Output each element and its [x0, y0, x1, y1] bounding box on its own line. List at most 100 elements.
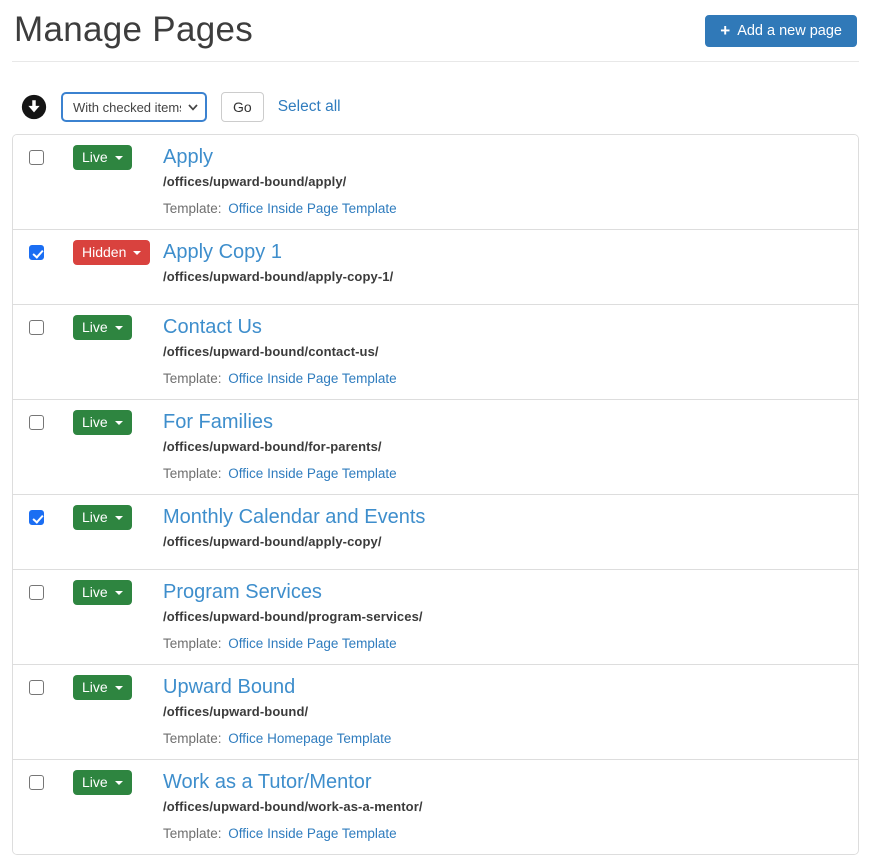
- row-main-cell: Program Services /offices/upward-bound/p…: [163, 580, 844, 651]
- row-status-cell: Live: [73, 505, 163, 530]
- bulk-action-select-wrap: With checked items...: [61, 92, 207, 122]
- caret-down-icon: [114, 780, 123, 785]
- row-checkbox-cell: [29, 145, 73, 165]
- template-line: Template: Office Inside Page Template: [163, 826, 844, 841]
- template-link[interactable]: Office Inside Page Template: [228, 371, 396, 386]
- select-all-link[interactable]: Select all: [278, 98, 341, 116]
- template-link[interactable]: Office Inside Page Template: [228, 636, 396, 651]
- page-title-link[interactable]: Apply: [163, 145, 213, 169]
- template-line: Template: Office Inside Page Template: [163, 371, 844, 386]
- page-title-link[interactable]: Monthly Calendar and Events: [163, 505, 425, 529]
- row-checkbox-cell: [29, 410, 73, 430]
- caret-down-icon: [133, 250, 142, 255]
- bulk-action-select[interactable]: With checked items...: [61, 92, 207, 122]
- page-path: /offices/upward-bound/work-as-a-mentor/: [163, 799, 423, 814]
- row-status-cell: Live: [73, 675, 163, 700]
- page-row: Live Apply /offices/upward-bound/apply/ …: [13, 135, 858, 229]
- add-new-page-button[interactable]: + Add a new page: [705, 15, 857, 47]
- manage-pages-screen: Manage Pages + Add a new page With check…: [0, 0, 871, 855]
- status-label: Live: [82, 149, 108, 165]
- template-link[interactable]: Office Homepage Template: [228, 731, 391, 746]
- status-badge-button[interactable]: Live: [73, 770, 132, 795]
- status-badge-button[interactable]: Hidden: [73, 240, 151, 265]
- row-checkbox-cell: [29, 240, 73, 260]
- status-badge-button[interactable]: Live: [73, 145, 132, 170]
- page-row: Hidden Apply Copy 1 /offices/upward-boun…: [13, 229, 858, 304]
- row-checkbox-cell: [29, 315, 73, 335]
- row-checkbox-cell: [29, 580, 73, 600]
- page-title-link[interactable]: Upward Bound: [163, 675, 295, 699]
- row-status-cell: Live: [73, 770, 163, 795]
- page-path: /offices/upward-bound/apply-copy/: [163, 534, 382, 549]
- template-link[interactable]: Office Inside Page Template: [228, 466, 396, 481]
- status-label: Live: [82, 679, 108, 695]
- template-label: Template:: [163, 636, 222, 651]
- page-title-link[interactable]: Apply Copy 1: [163, 240, 282, 264]
- row-main-cell: Upward Bound /offices/upward-bound/ Temp…: [163, 675, 844, 746]
- page-path: /offices/upward-bound/apply-copy-1/: [163, 269, 394, 284]
- row-checkbox[interactable]: [29, 775, 44, 790]
- page-title-link[interactable]: For Families: [163, 410, 273, 434]
- template-label: Template:: [163, 731, 222, 746]
- page-title-link[interactable]: Program Services: [163, 580, 322, 604]
- row-status-cell: Live: [73, 315, 163, 340]
- caret-down-icon: [114, 420, 123, 425]
- row-checkbox[interactable]: [29, 415, 44, 430]
- status-badge-button[interactable]: Live: [73, 315, 132, 340]
- row-checkbox-cell: [29, 770, 73, 790]
- status-label: Live: [82, 414, 108, 430]
- row-checkbox-cell: [29, 505, 73, 525]
- status-badge-button[interactable]: Live: [73, 580, 132, 605]
- status-label: Live: [82, 584, 108, 600]
- row-checkbox[interactable]: [29, 150, 44, 165]
- row-main-cell: Monthly Calendar and Events /offices/upw…: [163, 505, 844, 549]
- template-link[interactable]: Office Inside Page Template: [228, 201, 396, 216]
- status-label: Live: [82, 774, 108, 790]
- page-path: /offices/upward-bound/program-services/: [163, 609, 423, 624]
- page-title-link[interactable]: Contact Us: [163, 315, 262, 339]
- page-title-link[interactable]: Work as a Tutor/Mentor: [163, 770, 372, 794]
- page-header: Manage Pages + Add a new page: [12, 0, 859, 50]
- template-line: Template: Office Inside Page Template: [163, 201, 844, 216]
- page-path: /offices/upward-bound/apply/: [163, 174, 347, 189]
- row-checkbox[interactable]: [29, 585, 44, 600]
- caret-down-icon: [114, 325, 123, 330]
- caret-down-icon: [114, 590, 123, 595]
- row-status-cell: Hidden: [73, 240, 163, 265]
- status-badge-button[interactable]: Live: [73, 675, 132, 700]
- page-row: Live Program Services /offices/upward-bo…: [13, 569, 858, 664]
- status-badge-button[interactable]: Live: [73, 505, 132, 530]
- row-status-cell: Live: [73, 410, 163, 435]
- page-row: Live Upward Bound /offices/upward-bound/…: [13, 664, 858, 759]
- row-main-cell: For Families /offices/upward-bound/for-p…: [163, 410, 844, 481]
- template-line: Template: Office Inside Page Template: [163, 636, 844, 651]
- row-checkbox[interactable]: [29, 680, 44, 695]
- page-row: Live Work as a Tutor/Mentor /offices/upw…: [13, 759, 858, 854]
- page-row: Live For Families /offices/upward-bound/…: [13, 399, 858, 494]
- page-row: Live Monthly Calendar and Events /office…: [13, 494, 858, 569]
- status-label: Hidden: [82, 244, 127, 260]
- page-path: /offices/upward-bound/: [163, 704, 309, 719]
- row-checkbox-cell: [29, 675, 73, 695]
- circle-arrow-down-icon: [21, 94, 47, 120]
- template-link[interactable]: Office Inside Page Template: [228, 826, 396, 841]
- row-checkbox[interactable]: [29, 245, 44, 260]
- page-title: Manage Pages: [14, 10, 254, 49]
- plus-icon: +: [720, 21, 731, 40]
- template-line: Template: Office Inside Page Template: [163, 466, 844, 481]
- row-checkbox[interactable]: [29, 320, 44, 335]
- page-path: /offices/upward-bound/contact-us/: [163, 344, 379, 359]
- row-main-cell: Apply /offices/upward-bound/apply/ Templ…: [163, 145, 844, 216]
- status-badge-button[interactable]: Live: [73, 410, 132, 435]
- page-row: Live Contact Us /offices/upward-bound/co…: [13, 304, 858, 399]
- go-button[interactable]: Go: [221, 92, 264, 122]
- template-label: Template:: [163, 201, 222, 216]
- bulk-actions-toolbar: With checked items... Go Select all: [21, 92, 859, 122]
- caret-down-icon: [114, 155, 123, 160]
- caret-down-icon: [114, 685, 123, 690]
- status-label: Live: [82, 509, 108, 525]
- page-list: Live Apply /offices/upward-bound/apply/ …: [12, 134, 859, 855]
- row-checkbox[interactable]: [29, 510, 44, 525]
- template-line: Template: Office Homepage Template: [163, 731, 844, 746]
- row-status-cell: Live: [73, 145, 163, 170]
